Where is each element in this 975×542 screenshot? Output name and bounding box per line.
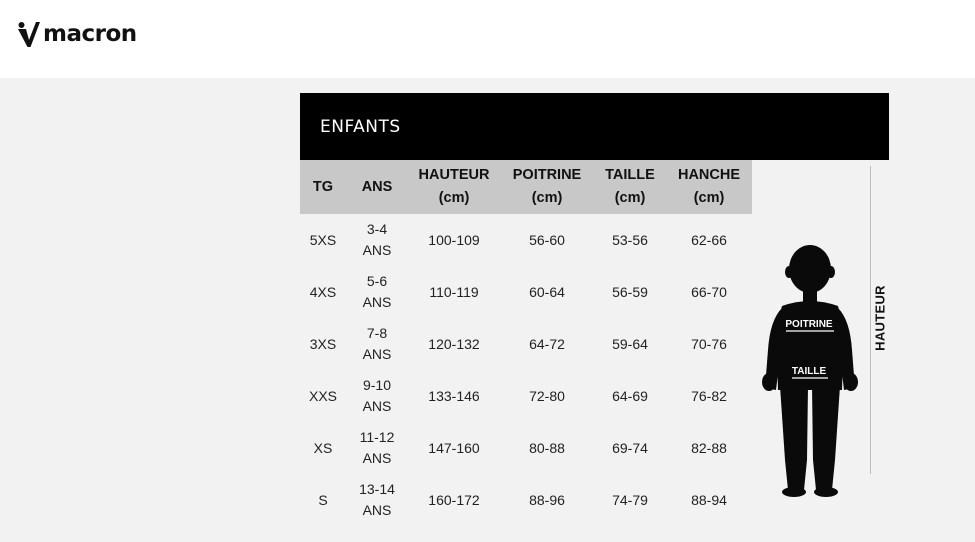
macron-hero-icon — [18, 22, 40, 47]
cell-tg: 4XS — [309, 283, 337, 300]
table-header-row: TG ANS HAUTEUR (cm) POITRINE (cm) TAILLE (c… — [300, 160, 752, 214]
cell-tg: 5XS — [309, 231, 337, 248]
column-header-ans: ANS — [346, 160, 408, 214]
table-row: 3XS 7-8 ANS 120-132 64-72 59-64 70-76 — [300, 318, 752, 370]
cell-tg: XS — [313, 439, 333, 456]
cell-taille: 59-64 — [612, 335, 648, 352]
child-figure: POITRINE TAILLE — [752, 160, 889, 530]
cell-hanche: 82-88 — [691, 439, 727, 456]
cell-ans: 9-10 ANS — [362, 377, 392, 414]
cell-poitrine: 72-80 — [529, 387, 565, 404]
cell-hanche: 76-82 — [691, 387, 727, 404]
column-header-hanche: HANCHE (cm) — [666, 160, 752, 214]
cell-taille: 53-56 — [612, 231, 648, 248]
cell-poitrine: 80-88 — [529, 439, 565, 456]
cell-ans: 5-6 ANS — [362, 273, 392, 310]
cell-hauteur: 100-109 — [428, 231, 480, 248]
table-row: 4XS 5-6 ANS 110-119 60-64 56-59 66-70 — [300, 266, 752, 318]
cell-hanche: 70-76 — [691, 335, 727, 352]
cell-tg: 3XS — [309, 335, 337, 352]
column-header-taille: TAILLE (cm) — [594, 160, 666, 214]
size-chart-table: TG ANS HAUTEUR (cm) POITRINE (cm) TAILLE (c… — [300, 160, 752, 526]
table-row: S 13-14 ANS 160-172 88-96 74-79 88-94 — [300, 474, 752, 526]
cell-poitrine: 64-72 — [529, 335, 565, 352]
macron-logo[interactable]: macron — [18, 18, 137, 50]
column-header-poitrine: POITRINE (cm) — [500, 160, 594, 214]
cell-hauteur: 160-172 — [428, 491, 480, 508]
panel-title: ENFANTS — [320, 117, 401, 137]
cell-ans: 3-4 ANS — [362, 221, 392, 258]
cell-hauteur: 110-119 — [429, 283, 479, 300]
cell-hanche: 66-70 — [691, 283, 727, 300]
cell-taille: 64-69 — [612, 387, 648, 404]
cell-taille: 74-79 — [612, 491, 648, 508]
brand-name: macron — [43, 20, 137, 47]
cell-poitrine: 88-96 — [529, 491, 565, 508]
column-header-tg: TG — [300, 160, 346, 214]
cell-hauteur: 147-160 — [428, 439, 480, 456]
panel-header: ENFANTS — [300, 93, 889, 160]
child-silhouette-icon: POITRINE TAILLE — [762, 245, 858, 497]
cell-tg: XXS — [308, 387, 337, 404]
top-bar: macron — [0, 0, 975, 78]
cell-hanche: 88-94 — [691, 491, 727, 508]
cell-poitrine: 60-64 — [529, 283, 565, 300]
cell-ans: 13-14 ANS — [359, 481, 395, 518]
cell-poitrine: 56-60 — [529, 231, 565, 248]
chest-label: POITRINE — [785, 319, 833, 330]
cell-ans: 7-8 ANS — [362, 325, 392, 362]
height-label: HAUTEUR — [872, 285, 888, 351]
height-measure-line — [870, 166, 871, 474]
cell-taille: 56-59 — [612, 283, 648, 300]
cell-hauteur: 120-132 — [428, 335, 480, 352]
cell-hanche: 62-66 — [691, 231, 727, 248]
cell-tg: S — [318, 491, 328, 508]
cell-taille: 69-74 — [612, 439, 648, 456]
waist-label: TAILLE — [792, 366, 827, 377]
table-row: 5XS 3-4 ANS 100-109 56-60 53-56 62-66 — [300, 214, 752, 266]
table-row: XS 11-12 ANS 147-160 80-88 69-74 82-88 — [300, 422, 752, 474]
table-row: XXS 9-10 ANS 133-146 72-80 64-69 76-82 — [300, 370, 752, 422]
column-header-hauteur: HAUTEUR (cm) — [408, 160, 500, 214]
cell-hauteur: 133-146 — [428, 387, 480, 404]
cell-ans: 11-12 ANS — [359, 429, 395, 466]
